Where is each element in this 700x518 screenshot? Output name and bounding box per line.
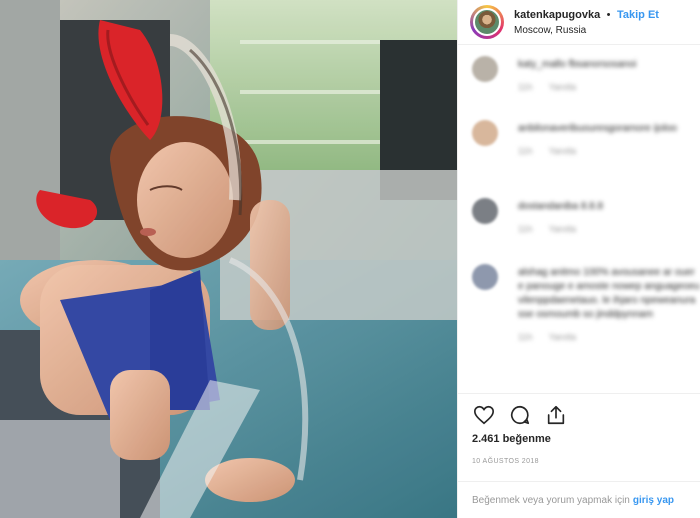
comment-meta: 11h Yanıtla [518,332,700,342]
comments-list[interactable]: katy_mallo fbsanorsosanoi 11h Yanıtla an… [458,46,700,390]
comment-time: 11h [518,82,533,92]
action-bar [458,393,700,435]
reply-button[interactable]: Yanıtla [549,82,576,92]
location-link[interactable]: Moscow, Russia [514,23,659,38]
share-button[interactable] [544,403,568,427]
comment-text: anbilonaveribuouresgoramore ijoloo [518,123,677,134]
comment-time: 11h [518,224,533,234]
post-sidebar: katenkapugovka • Takip Et Moscow, Russia… [457,0,700,518]
post-date[interactable]: 10 AĞUSTOS 2018 [472,458,539,465]
comment-avatar[interactable] [472,198,498,224]
reply-button[interactable]: Yanıtla [549,146,576,156]
post-photo[interactable] [0,0,457,518]
avatar[interactable] [470,5,504,39]
username-link[interactable]: katenkapugovka [514,9,600,21]
comment-text: alshag anitmo 100% avousanee ar ouere pa… [518,267,700,320]
follow-button[interactable]: Takip Et [617,9,659,21]
comment-text: katy_mallo fbsanorsosanoi [518,59,637,70]
comment-meta: 11h Yanıtla [518,82,700,92]
comment-meta: 11h Yanıtla [518,224,700,234]
post-image [0,0,457,518]
share-icon [547,405,565,424]
comment-button[interactable] [508,403,532,427]
comment-meta: 11h Yanıtla [518,146,700,156]
comment-avatar[interactable] [472,120,498,146]
comment-icon [510,405,530,424]
comment-avatar[interactable] [472,56,498,82]
comment-time: 11h [518,146,533,156]
reply-button[interactable]: Yanıtla [549,332,576,342]
likes-count[interactable]: 2.461 beğenme [472,433,551,445]
comment-time: 11h [518,332,533,342]
comment-avatar[interactable] [472,264,498,290]
avatar-image [473,8,501,36]
reply-button[interactable]: Yanıtla [549,224,576,234]
separator-dot: • [606,9,611,21]
login-link[interactable]: giriş yap [633,495,674,506]
login-prompt-text: Beğenmek veya yorum yapmak için [472,494,630,506]
header-text: katenkapugovka • Takip Et Moscow, Russia [514,6,659,38]
like-button[interactable] [472,403,496,427]
post-header: katenkapugovka • Takip Et Moscow, Russia [458,0,700,45]
login-prompt: Beğenmek veya yorum yapmak için giriş ya… [458,481,700,518]
heart-icon [474,405,494,424]
comment-text: dostandaniba 8.8.8 [518,201,604,212]
